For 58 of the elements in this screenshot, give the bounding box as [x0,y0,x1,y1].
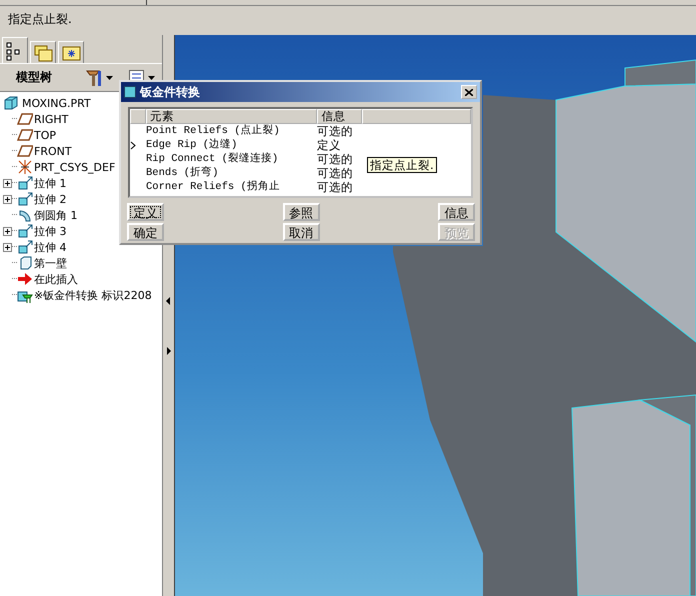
expand-icon[interactable] [3,226,12,236]
extrude-icon [17,191,33,207]
column-header[interactable]: 元素 [146,109,318,124]
row-pointer-icon [130,140,136,150]
expand-icon[interactable] [3,194,12,204]
dialog-button[interactable]: 信息 [438,203,475,221]
status-message: 指定点止裂. [7,11,72,27]
tree-item[interactable]: TOP [34,128,56,142]
caret-icon [106,76,113,80]
tree-item[interactable]: MOXING.PRT [22,96,91,110]
tree-item[interactable]: ※钣金件转换 标识2208 [34,288,152,302]
plane-icon [17,127,33,143]
table-cell[interactable]: 可选的 [317,166,353,180]
column-header[interactable]: 信息 [317,109,362,124]
arrow-icon [17,271,33,287]
tree-item[interactable]: 在此插入 [34,272,78,286]
tree-item[interactable]: PRT_CSYS_DEF [34,160,116,174]
plane-icon [17,111,33,127]
extrude-icon [17,239,33,255]
tree-item[interactable]: 拉伸 2 [34,192,66,206]
table-cell[interactable]: 可选的 [317,180,353,194]
tree-item[interactable]: 拉伸 1 [34,176,66,190]
folders-icon [34,42,52,62]
dialog-button[interactable]: 确定 [127,223,164,241]
tree-item[interactable]: 第一壁 [34,256,67,270]
collapse-left-icon [166,297,171,305]
dialog-button[interactable]: 参照 [282,203,320,221]
tree-item[interactable]: 拉伸 3 [34,224,66,238]
dialog-button[interactable]: 取消 [282,223,320,241]
tree-item[interactable]: 拉伸 4 [34,240,66,254]
table-cell[interactable]: Bends (折弯) [146,166,317,180]
table-cell[interactable]: Edge Rip (边缝) [146,138,317,152]
table-cell[interactable]: 可选的 [317,152,353,166]
extrude-icon [17,175,33,191]
panel-tab[interactable] [2,37,28,63]
table-cell[interactable]: Corner Reliefs (拐角止 [146,180,317,194]
expand-icon[interactable] [3,242,12,252]
close-icon [465,88,473,96]
dialog-title: 钣金件转换 [140,84,201,100]
tree-item[interactable]: 倒圆角 1 [34,208,78,222]
tree-item[interactable]: FRONT [34,144,72,158]
part-icon [3,95,19,111]
plane-icon [17,143,33,159]
table-cell[interactable]: Point Reliefs (点止裂) [146,124,317,138]
tree-item[interactable]: RIGHT [34,112,68,126]
expand-right-icon [166,347,171,355]
tooltip: 指定点止裂. [367,157,437,173]
panel-tab[interactable] [58,41,84,63]
extrude-icon [17,223,33,239]
coordinate-system-icon [17,159,33,175]
window-icon [124,86,136,98]
close-button[interactable] [461,85,477,99]
expand-icon[interactable] [3,178,12,188]
table-cell[interactable]: Rip Connect (裂缝连接) [146,152,317,166]
table-cell[interactable]: 定义 [317,138,341,152]
tools-icon [86,70,102,86]
table-cell[interactable]: 可选的 [317,124,353,138]
panel-title: 模型树 [16,69,53,86]
